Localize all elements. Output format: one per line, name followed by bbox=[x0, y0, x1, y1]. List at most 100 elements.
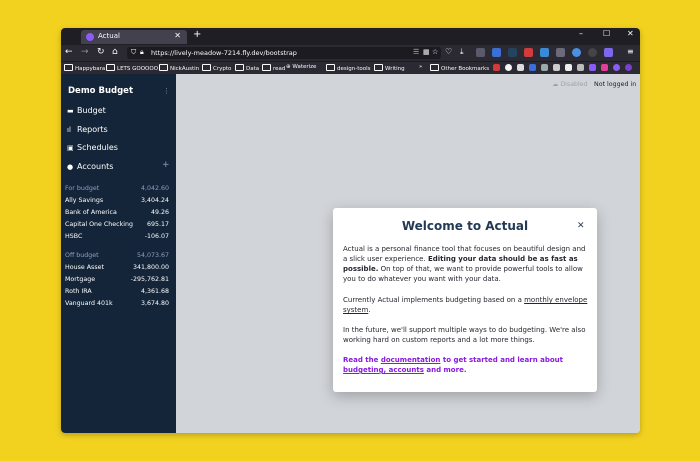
account-row[interactable]: Mortgage -295,762.81 bbox=[65, 276, 169, 283]
extension-icon[interactable] bbox=[589, 64, 596, 71]
actual-favicon-icon bbox=[86, 33, 94, 41]
folder-icon bbox=[202, 64, 211, 71]
budget-name[interactable]: Demo Budget bbox=[68, 86, 133, 96]
maximize-icon[interactable]: ☐ bbox=[603, 29, 610, 38]
forward-icon[interactable]: → bbox=[81, 47, 89, 57]
intro-paragraph: Actual is a personal finance tool that f… bbox=[343, 245, 586, 283]
extension-icon[interactable] bbox=[492, 48, 501, 57]
bookmark-item[interactable]: Happybara bbox=[64, 64, 105, 72]
account-row[interactable]: Vanguard 401k 3,674.80 bbox=[65, 300, 169, 307]
extension-icon[interactable] bbox=[601, 64, 608, 71]
home-icon[interactable]: ⌂ bbox=[112, 47, 118, 57]
folder-icon bbox=[235, 64, 244, 71]
bookmark-item[interactable]: read bbox=[262, 64, 285, 72]
extension-icon[interactable] bbox=[577, 64, 584, 71]
new-tab-icon[interactable]: + bbox=[193, 29, 201, 40]
bookmark-item[interactable]: Other Bookmarks bbox=[430, 64, 489, 72]
chart-icon: ıl bbox=[67, 126, 71, 134]
account-row[interactable]: HSBC -106.07 bbox=[65, 233, 169, 240]
bookmark-item[interactable]: Data bbox=[235, 64, 259, 72]
sidebar: Demo Budget ⋮ ▬ Budget ıl Reports ▣ Schedul… bbox=[61, 74, 176, 433]
lock-icon[interactable]: 🔒︎ bbox=[140, 48, 144, 57]
bookmark-item[interactable]: LETS GOOOOO bbox=[106, 64, 158, 72]
folder-icon bbox=[106, 64, 115, 71]
extension-icon[interactable] bbox=[517, 64, 524, 71]
nav-reports[interactable]: ıl Reports bbox=[67, 125, 108, 134]
bookmark-item[interactable]: ⊕ Waterize bbox=[286, 64, 316, 70]
qr-code-icon[interactable]: ▦ bbox=[423, 48, 430, 56]
nav-bar: ← → ↻ ⌂ ⛉ 🔒︎ https://lively-meadow-7214.… bbox=[61, 45, 640, 61]
account-row[interactable]: Roth IRA 4,361.68 bbox=[65, 288, 169, 295]
extension-icon[interactable] bbox=[565, 64, 572, 71]
shield-icon[interactable]: ⛉ bbox=[131, 48, 136, 57]
folder-icon bbox=[430, 64, 439, 71]
close-icon[interactable]: ✕ bbox=[577, 221, 585, 231]
future-paragraph: In the future, we'll support multiple wa… bbox=[343, 326, 586, 344]
reload-icon[interactable]: ↻ bbox=[97, 47, 105, 57]
url-bar[interactable]: ⛉ 🔒︎ https://lively-meadow-7214.fly.dev/… bbox=[127, 47, 441, 59]
bookmark-item[interactable]: NickAustin bbox=[159, 64, 199, 72]
nav-accounts[interactable]: ● Accounts bbox=[67, 162, 113, 171]
off-budget-group[interactable]: Off budget 54,073.67 bbox=[65, 252, 169, 259]
extension-icon[interactable] bbox=[625, 64, 632, 71]
account-row[interactable]: House Asset 341,800.00 bbox=[65, 264, 169, 271]
piggy-bank-icon: ● bbox=[67, 163, 74, 171]
folder-icon bbox=[262, 64, 271, 71]
extension-icon[interactable] bbox=[505, 64, 512, 71]
welcome-modal: Welcome to Actual ✕ Actual is a personal… bbox=[333, 208, 597, 392]
downloads-icon[interactable]: ⤓ bbox=[460, 47, 464, 57]
docs-paragraph: Read the documentation to get started an… bbox=[343, 356, 563, 374]
browser-window: Actual ✕ + – ☐ ✕ ← → ↻ ⌂ ⛉ 🔒︎ https://li… bbox=[61, 28, 640, 433]
extension-icon[interactable] bbox=[476, 48, 485, 57]
bookmarks-bar: Happybara LETS GOOOOO NickAustin Crypto … bbox=[61, 61, 640, 74]
minimize-icon[interactable]: – bbox=[579, 29, 583, 38]
calendar-icon: ▣ bbox=[67, 144, 74, 152]
tab-title: Actual bbox=[98, 32, 120, 40]
extension-icon[interactable] bbox=[524, 48, 533, 57]
account-row[interactable]: Ally Savings 3,404.24 bbox=[65, 197, 169, 204]
account-row[interactable]: Bank of America 49.26 bbox=[65, 209, 169, 216]
extension-icon[interactable] bbox=[613, 64, 620, 71]
add-account-icon[interactable]: + bbox=[162, 160, 170, 170]
extension-icon[interactable] bbox=[604, 48, 613, 57]
extension-icon[interactable] bbox=[556, 48, 565, 57]
extension-icon[interactable] bbox=[572, 48, 581, 57]
login-status[interactable]: Not logged in bbox=[594, 81, 636, 88]
tab-close-icon[interactable]: ✕ bbox=[174, 31, 181, 40]
browser-tab[interactable]: Actual ✕ bbox=[81, 30, 187, 44]
close-window-icon[interactable]: ✕ bbox=[627, 29, 634, 38]
bookmark-star-icon[interactable]: ☆ bbox=[432, 48, 438, 56]
back-icon[interactable]: ← bbox=[65, 47, 73, 57]
menu-icon[interactable]: ≡ bbox=[627, 47, 634, 56]
bookmark-item[interactable]: design-tools bbox=[326, 64, 371, 72]
bookmarks-overflow-icon[interactable]: » bbox=[419, 64, 422, 70]
folder-icon bbox=[374, 64, 383, 71]
budgeting-paragraph: Currently Actual implements budgeting ba… bbox=[343, 296, 588, 314]
for-budget-group[interactable]: For budget 4,042.60 bbox=[65, 185, 169, 192]
account-icon[interactable] bbox=[588, 48, 597, 57]
extension-icon[interactable] bbox=[529, 64, 536, 71]
extension-icon[interactable] bbox=[541, 64, 548, 71]
account-row[interactable]: Capital One Checking 695.17 bbox=[65, 221, 169, 228]
main-content: ☁︎ Disabled Not logged in Welcome to Act… bbox=[176, 74, 640, 433]
url-text[interactable]: https://lively-meadow-7214.fly.dev/boots… bbox=[151, 49, 297, 57]
extension-icon[interactable] bbox=[508, 48, 517, 57]
extension-icon[interactable] bbox=[553, 64, 560, 71]
more-options-icon[interactable]: ⋮ bbox=[163, 87, 170, 95]
sync-status[interactable]: ☁︎ Disabled bbox=[552, 81, 588, 88]
bookmark-item[interactable]: Crypto bbox=[202, 64, 231, 72]
bookmark-item[interactable]: Writing bbox=[374, 64, 405, 72]
folder-icon bbox=[326, 64, 335, 71]
modal-title: Welcome to Actual bbox=[401, 219, 529, 233]
budgeting-accounts-link[interactable]: budgeting, accounts bbox=[343, 366, 424, 374]
tab-bar: Actual ✕ + – ☐ ✕ bbox=[61, 28, 640, 45]
nav-budget[interactable]: ▬ Budget bbox=[67, 106, 106, 115]
documentation-link[interactable]: documentation bbox=[381, 356, 441, 364]
nav-schedules[interactable]: ▣ Schedules bbox=[67, 143, 118, 152]
extension-icon[interactable] bbox=[493, 64, 500, 71]
extension-icon[interactable] bbox=[540, 48, 549, 57]
folder-icon bbox=[159, 64, 168, 71]
pocket-icon[interactable]: ♡ bbox=[445, 47, 452, 56]
wallet-icon: ▬ bbox=[67, 107, 74, 115]
reader-view-icon[interactable]: ☰ bbox=[413, 48, 419, 56]
